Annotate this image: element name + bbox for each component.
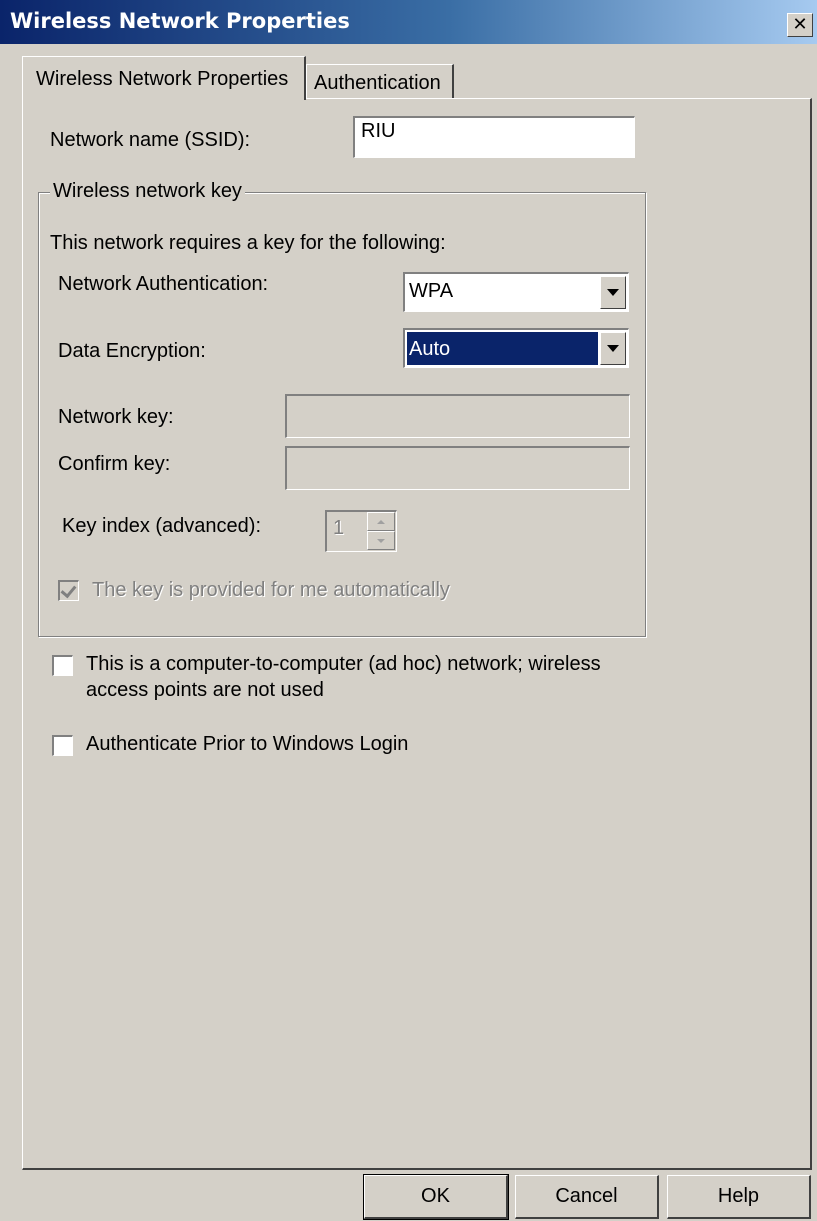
key-index-value: 1 (333, 517, 345, 539)
ssid-input[interactable]: RIU (353, 116, 635, 158)
chevron-down-icon (607, 345, 619, 352)
key-index-down-button[interactable] (367, 531, 395, 550)
auto-key-label: The key is provided for me automatically (92, 579, 450, 601)
prelogin-checkbox[interactable] (52, 735, 73, 756)
help-button[interactable]: Help (667, 1175, 811, 1219)
ok-button[interactable]: OK (363, 1174, 509, 1220)
tab-wireless-network-properties[interactable]: Wireless Network Properties (22, 56, 306, 100)
confirm-key-label: Confirm key: (58, 453, 171, 475)
network-key-label: Network key: (58, 406, 174, 428)
arrow-up-icon (377, 519, 385, 524)
prelogin-label: Authenticate Prior to Windows Login (86, 733, 409, 755)
data-encryption-dropdown[interactable] (600, 332, 626, 365)
arrow-down-icon (377, 538, 385, 543)
key-index-up-button[interactable] (367, 512, 395, 531)
close-button[interactable]: ✕ (787, 13, 813, 37)
key-index-spinner[interactable]: 1 (325, 510, 397, 552)
group-title: Wireless network key (50, 180, 245, 203)
network-authentication-select[interactable]: WPA (403, 272, 629, 312)
network-authentication-value: WPA (409, 280, 454, 302)
data-encryption-select[interactable]: Auto (403, 328, 629, 368)
ssid-label: Network name (SSID): (50, 129, 251, 151)
auto-key-checkbox[interactable] (58, 580, 79, 601)
tab-authentication[interactable]: Authentication (306, 64, 454, 98)
window-title: Wireless Network Properties (10, 9, 350, 33)
cancel-button[interactable]: Cancel (515, 1175, 659, 1219)
adhoc-checkbox[interactable] (52, 655, 73, 676)
data-encryption-value: Auto (406, 331, 599, 366)
network-authentication-dropdown[interactable] (600, 276, 626, 309)
chevron-down-icon (607, 289, 619, 296)
key-description: This network requires a key for the foll… (50, 232, 446, 254)
adhoc-label-line1: This is a computer-to-computer (ad hoc) … (86, 653, 601, 675)
data-encryption-label: Data Encryption: (58, 340, 206, 362)
title-bar[interactable]: Wireless Network Properties ✕ (0, 0, 817, 44)
close-icon: ✕ (792, 14, 808, 34)
adhoc-label-line2: access points are not used (86, 679, 324, 701)
network-authentication-label: Network Authentication: (58, 273, 269, 295)
key-index-label: Key index (advanced): (62, 515, 262, 537)
checkmark-icon (60, 581, 77, 599)
network-key-input[interactable] (285, 394, 630, 438)
ssid-value: RIU (361, 120, 396, 142)
confirm-key-input[interactable] (285, 446, 630, 490)
